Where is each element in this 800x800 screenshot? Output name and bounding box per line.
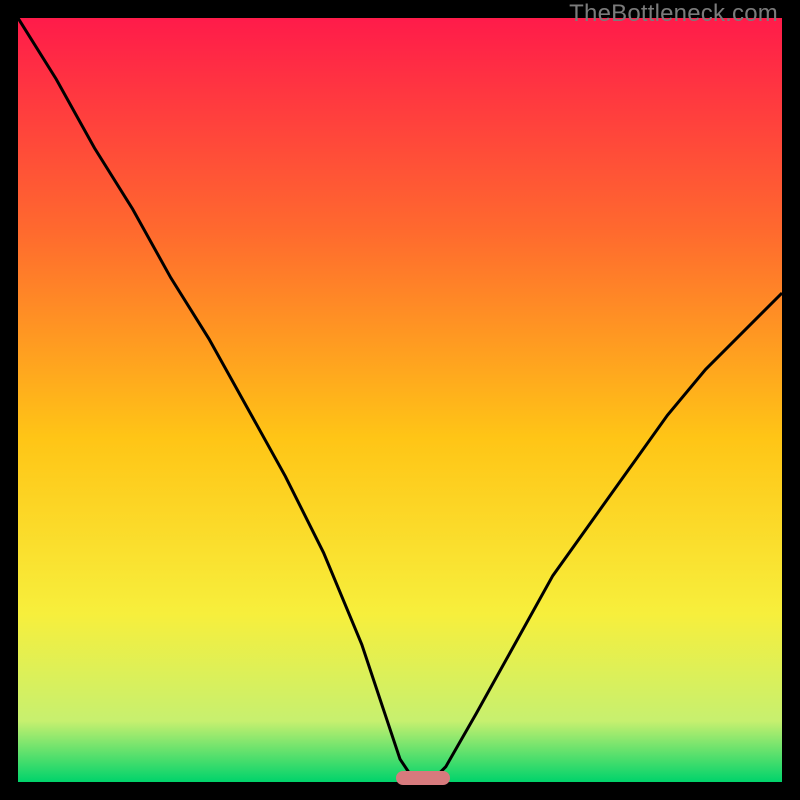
- optimal-marker: [396, 771, 449, 785]
- watermark-text: TheBottleneck.com: [569, 0, 778, 28]
- bottleneck-plot: [18, 18, 782, 782]
- gradient-background: [18, 18, 782, 782]
- chart-frame: [18, 18, 782, 782]
